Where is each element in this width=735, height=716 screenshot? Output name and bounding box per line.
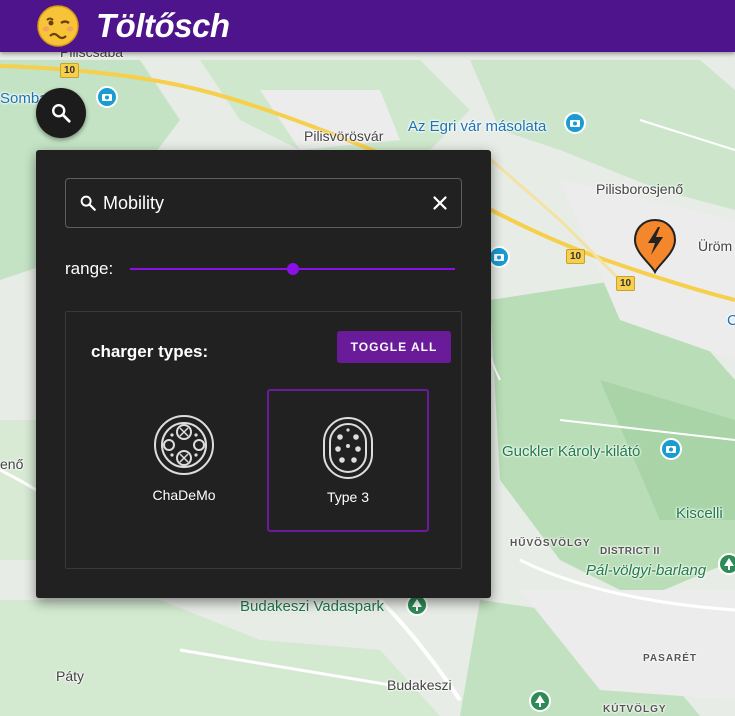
park-icon[interactable] xyxy=(529,690,551,712)
search-input[interactable] xyxy=(103,192,423,214)
charger-types-title: charger types: xyxy=(91,342,209,361)
camera-icon[interactable] xyxy=(488,246,510,268)
map-label-egri-var: Az Egri vár másolata xyxy=(408,118,547,135)
search-toggle-button[interactable] xyxy=(36,88,86,138)
charger-types-section: charger types: TOGGLE ALL ChaDeMo Type 3 xyxy=(65,311,462,569)
toggle-all-button[interactable]: TOGGLE ALL xyxy=(337,331,451,363)
map-label-guckler: Guckler Károly-kilátó xyxy=(502,443,641,460)
clear-search-button[interactable] xyxy=(429,192,451,214)
range-slider-thumb[interactable] xyxy=(286,263,299,275)
camera-icon[interactable] xyxy=(660,438,682,460)
camera-icon[interactable] xyxy=(96,86,118,108)
search-icon xyxy=(52,104,71,123)
map-label-district: DISTRICT II xyxy=(600,546,660,557)
search-field[interactable] xyxy=(65,178,462,228)
road-number-badge: 10 xyxy=(566,249,586,264)
map-label-eno: enő xyxy=(0,456,24,472)
map-label-kutvolgy: KÚTVÖLGY xyxy=(603,704,667,715)
map-label-pilisvorosvar: Pilisvörösvár xyxy=(304,128,384,144)
range-slider[interactable] xyxy=(130,263,455,275)
map-label-huvosvolgy: HŰVÖSVÖLGY xyxy=(510,538,591,549)
map-label-budakeszi: Budakeszi xyxy=(387,677,452,693)
map-label-paty: Páty xyxy=(56,668,85,684)
lightning-pin-icon xyxy=(633,218,677,275)
road-number-badge: 10 xyxy=(60,63,80,78)
chademo-connector-icon xyxy=(154,415,214,475)
charger-type-label: Type 3 xyxy=(326,489,370,505)
charger-marker[interactable] xyxy=(633,218,677,279)
charger-type-chademo[interactable]: ChaDeMo xyxy=(103,389,265,532)
app-title: Töltősch xyxy=(96,7,230,44)
filter-panel: range: charger types: TOGGLE ALL ChaDeMo xyxy=(36,150,491,598)
range-label: range: xyxy=(65,259,114,278)
map-label-c: C xyxy=(727,312,735,329)
camera-icon[interactable] xyxy=(564,112,586,134)
woozy-face-icon xyxy=(37,5,79,47)
search-icon xyxy=(80,195,96,211)
map-label-pasaret: PASARÉT xyxy=(643,653,698,664)
type3-connector-icon xyxy=(323,417,373,479)
map-label-urom: Üröm xyxy=(698,238,733,254)
app-header: Töltősch xyxy=(0,0,735,52)
range-control: range: xyxy=(65,258,460,280)
map-label-pal-volgyi: Pál-völgyi-barlang xyxy=(586,562,707,579)
map-label-pilisborosjeno: Pilisborosjenő xyxy=(596,181,684,197)
map-label-vadaspark: Budakeszi Vadaspark xyxy=(240,598,384,615)
map-label-kiscelli: Kiscelli xyxy=(676,505,723,522)
park-icon[interactable] xyxy=(718,553,735,575)
charger-type-type3[interactable]: Type 3 xyxy=(267,389,429,532)
charger-type-label: ChaDeMo xyxy=(152,487,216,503)
